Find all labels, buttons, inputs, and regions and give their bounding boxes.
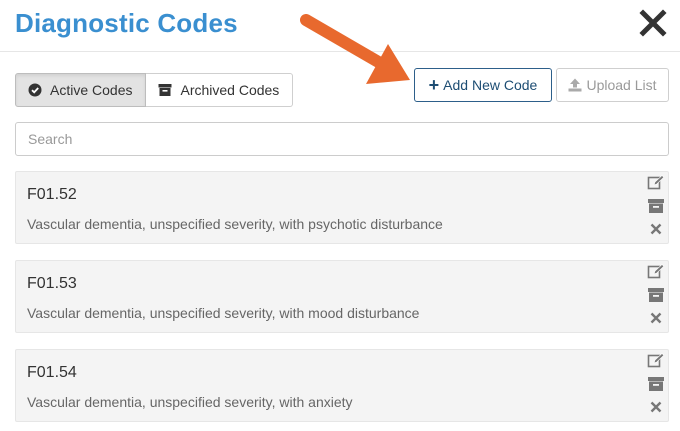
code-value: F01.53 bbox=[27, 275, 77, 292]
archive-icon bbox=[158, 83, 172, 97]
archive-icon[interactable] bbox=[647, 286, 665, 304]
delete-icon[interactable] bbox=[647, 398, 665, 416]
code-card: F01.54 Vascular dementia, unspecified se… bbox=[15, 349, 669, 422]
annotation-arrow bbox=[300, 14, 410, 84]
check-circle-icon bbox=[28, 83, 42, 97]
card-actions bbox=[646, 352, 666, 421]
code-description: Vascular dementia, unspecified severity,… bbox=[27, 305, 420, 321]
add-new-code-button[interactable]: + Add New Code bbox=[414, 68, 552, 102]
code-card: F01.52 Vascular dementia, unspecified se… bbox=[15, 171, 669, 244]
code-description: Vascular dementia, unspecified severity,… bbox=[27, 394, 353, 410]
delete-icon[interactable] bbox=[647, 309, 665, 327]
close-icon[interactable] bbox=[638, 8, 668, 38]
card-actions bbox=[646, 174, 666, 243]
archive-icon[interactable] bbox=[647, 375, 665, 393]
archive-icon[interactable] bbox=[647, 197, 665, 215]
code-card: F01.53 Vascular dementia, unspecified se… bbox=[15, 260, 669, 333]
tab-archived-codes[interactable]: Archived Codes bbox=[146, 73, 294, 107]
code-value: F01.54 bbox=[27, 364, 77, 381]
upload-list-button[interactable]: Upload List bbox=[556, 68, 669, 102]
edit-icon[interactable] bbox=[647, 352, 665, 370]
edit-icon[interactable] bbox=[647, 263, 665, 281]
delete-icon[interactable] bbox=[647, 220, 665, 238]
plus-icon: + bbox=[428, 75, 440, 95]
page-title: Diagnostic Codes bbox=[15, 8, 238, 38]
tab-archived-codes-label: Archived Codes bbox=[180, 82, 280, 98]
code-description: Vascular dementia, unspecified severity,… bbox=[27, 216, 443, 232]
search-input[interactable] bbox=[15, 122, 669, 156]
upload-list-label: Upload List bbox=[586, 77, 657, 93]
upload-icon bbox=[568, 78, 582, 92]
tab-active-codes[interactable]: Active Codes bbox=[15, 73, 147, 107]
edit-icon[interactable] bbox=[647, 174, 665, 192]
card-actions bbox=[646, 263, 666, 332]
code-tabs: Active Codes Archived Codes bbox=[15, 73, 294, 107]
add-new-code-label: Add New Code bbox=[443, 77, 538, 93]
code-value: F01.52 bbox=[27, 186, 77, 203]
tab-active-codes-label: Active Codes bbox=[50, 82, 133, 98]
